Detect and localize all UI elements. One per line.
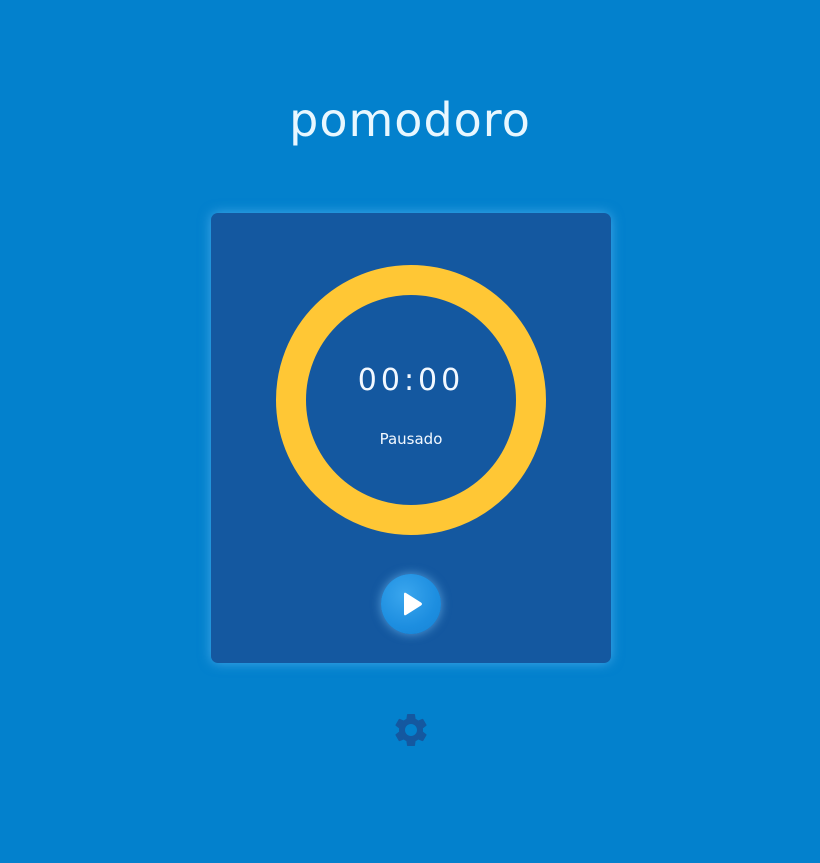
play-icon — [397, 590, 425, 618]
timer-status: Pausado — [379, 430, 443, 448]
timer-card: 00:00 Pausado — [211, 213, 611, 663]
play-button[interactable] — [381, 574, 441, 634]
progress-ring — [276, 265, 546, 535]
app-title: pomodoro — [289, 93, 531, 147]
gear-icon — [391, 710, 431, 754]
timer-display: 00:00 — [357, 363, 465, 398]
progress-ring-track — [276, 265, 546, 535]
settings-button[interactable] — [391, 712, 431, 752]
